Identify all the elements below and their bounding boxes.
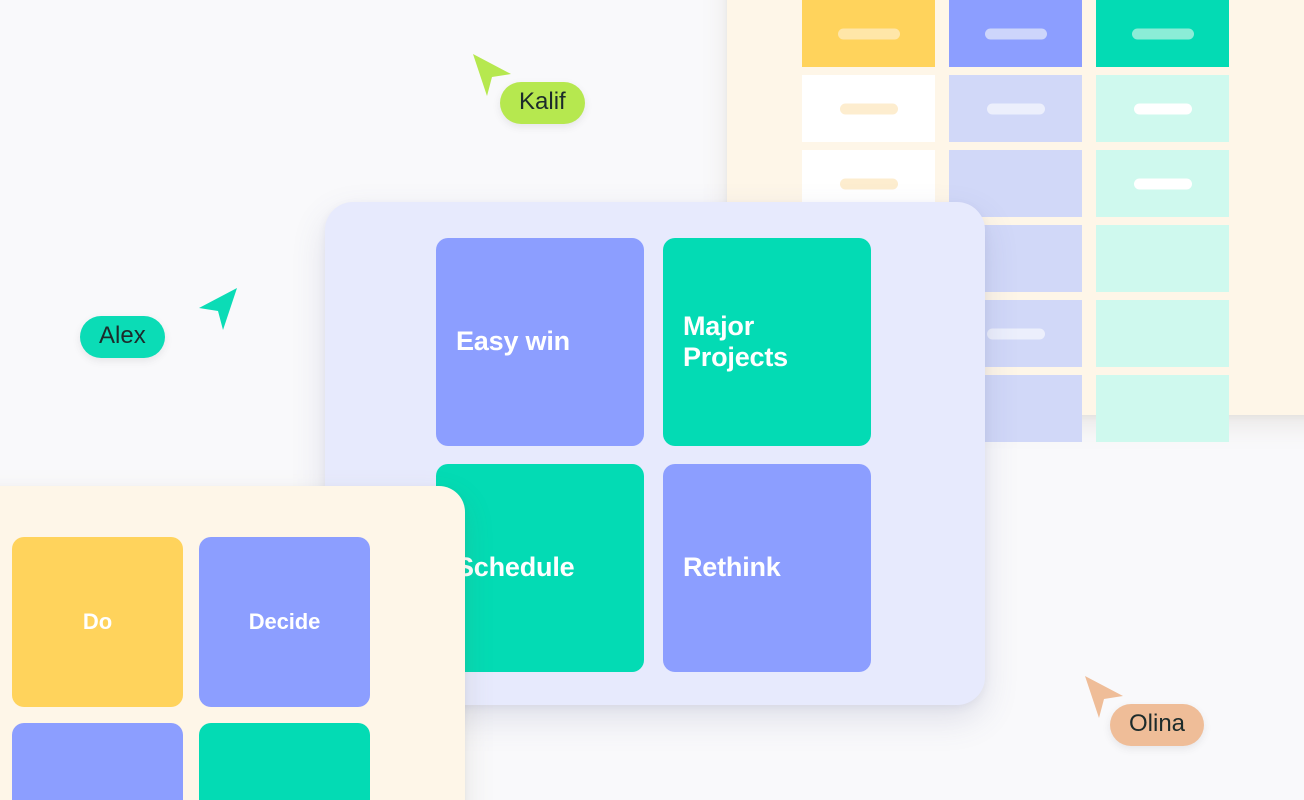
priority-matrix-grid: Easy win Major Projects Schedule Rethink — [436, 238, 871, 672]
matrix-tile-label: Do — [82, 609, 113, 635]
task-board-cell[interactable] — [802, 0, 935, 67]
collaborator-cursor-alex[interactable]: Alex — [80, 286, 237, 358]
cell-placeholder-bar — [1133, 178, 1192, 189]
cell-placeholder-bar — [839, 178, 898, 189]
cell-placeholder-bar — [986, 328, 1045, 339]
task-board-cell[interactable] — [1096, 0, 1229, 67]
matrix-tile-major-projects[interactable]: Major Projects — [663, 238, 871, 446]
task-board-cell[interactable] — [1096, 225, 1229, 292]
matrix-tile-easy-win[interactable]: Easy win — [436, 238, 644, 446]
matrix-tile-schedule[interactable]: Schedule — [436, 464, 644, 672]
task-board-cell[interactable] — [1096, 375, 1229, 442]
matrix-tile-label: Rethink — [683, 552, 781, 583]
task-board-cell[interactable] — [1096, 150, 1229, 217]
cell-placeholder-bar — [986, 103, 1045, 114]
task-board-cell[interactable] — [1096, 75, 1229, 142]
do-decide-matrix-grid: Do Decide — [12, 537, 370, 800]
task-board-cell[interactable] — [1096, 300, 1229, 367]
matrix-tile-decide[interactable]: Decide — [199, 537, 370, 707]
do-decide-matrix-card[interactable]: Do Decide — [0, 486, 465, 800]
cursor-arrow-icon — [473, 54, 511, 96]
matrix-tile-label: Easy win — [456, 326, 570, 357]
board-canvas[interactable]: Easy win Major Projects Schedule Rethink… — [0, 0, 1304, 800]
cell-placeholder-bar — [1133, 103, 1192, 114]
cell-placeholder-bar — [1131, 28, 1194, 39]
matrix-tile-label: Decide — [248, 609, 321, 635]
task-board-cell[interactable] — [949, 75, 1082, 142]
cell-placeholder-bar — [837, 28, 900, 39]
matrix-tile-do[interactable]: Do — [12, 537, 183, 707]
collaborator-cursor-olina[interactable]: Olina — [1082, 674, 1205, 746]
matrix-tile-label: Major Projects — [683, 310, 788, 372]
task-board-cell[interactable] — [949, 0, 1082, 67]
task-board-column-teal[interactable] — [1096, 0, 1229, 442]
cursor-arrow-icon — [1085, 676, 1123, 718]
matrix-tile-delete[interactable] — [199, 723, 370, 800]
matrix-tile-label: Schedule — [456, 552, 575, 583]
task-board-cell[interactable] — [802, 75, 935, 142]
cursor-arrow-icon — [199, 288, 237, 330]
matrix-tile-delegate[interactable] — [12, 723, 183, 800]
collaborator-cursor-kalif[interactable]: Kalif — [470, 52, 585, 124]
cursor-name-chip: Alex — [80, 316, 165, 358]
cell-placeholder-bar — [984, 28, 1047, 39]
cell-placeholder-bar — [839, 103, 898, 114]
matrix-tile-rethink[interactable]: Rethink — [663, 464, 871, 672]
